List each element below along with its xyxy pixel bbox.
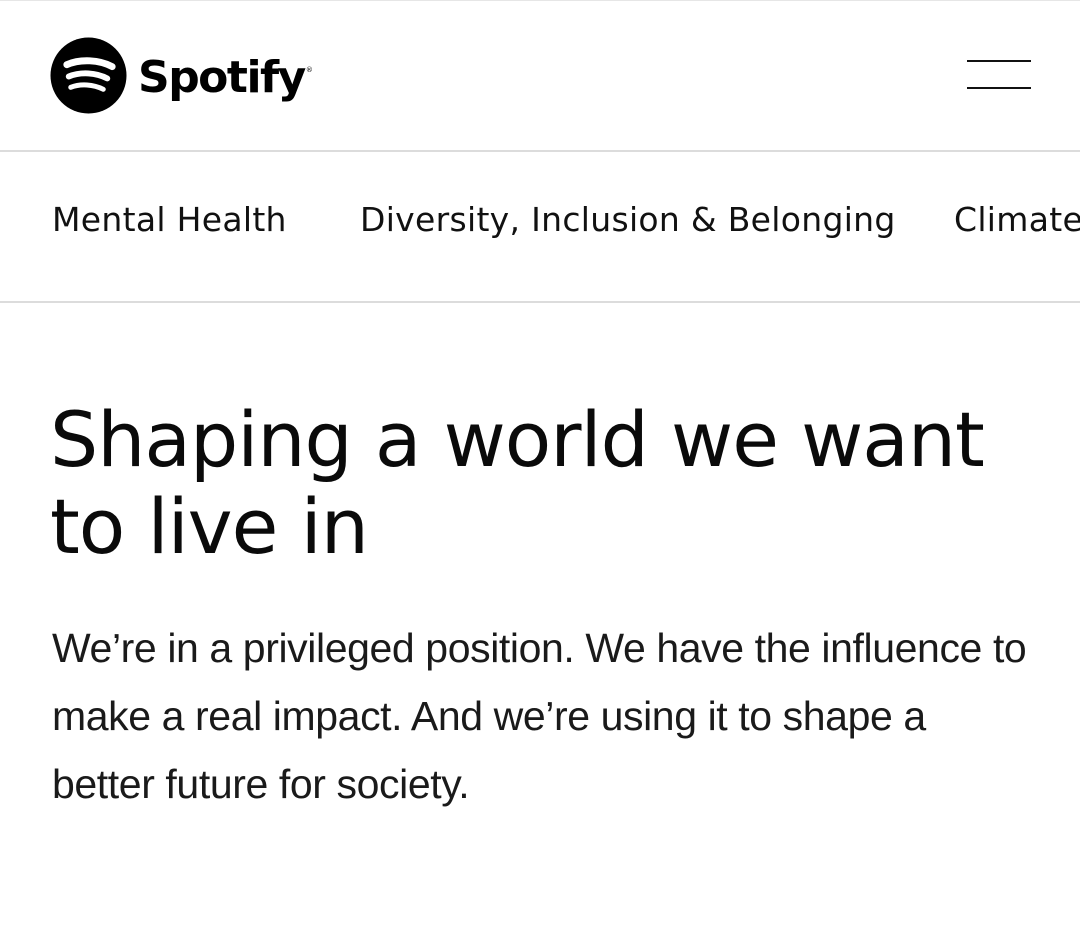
hamburger-menu-icon: [967, 60, 1031, 62]
site-header: Spotify®: [0, 0, 1080, 152]
intro-paragraph: We’re in a privileged position. We have …: [52, 625, 1027, 807]
brand-wordmark: Spotify®: [138, 51, 313, 103]
subnav-item-diversity-inclusion-belonging[interactable]: Diversity, Inclusion & Belonging: [360, 200, 896, 239]
hamburger-menu-icon-line: [967, 87, 1031, 89]
spotify-logo-icon: [50, 36, 127, 114]
brand-name: Spotify: [138, 51, 306, 103]
subnav-item-climate[interactable]: Climate: [954, 200, 1080, 239]
menu-button[interactable]: [958, 51, 1040, 99]
subnav-item-mental-health[interactable]: Mental Health: [52, 200, 287, 239]
page-title: Shaping a world we want to live in: [50, 395, 985, 571]
trademark-mark: ®: [305, 65, 313, 74]
spotify-logo-link[interactable]: Spotify®: [50, 36, 313, 114]
topic-navigation: Mental Health Diversity, Inclusion & Bel…: [0, 152, 1080, 303]
